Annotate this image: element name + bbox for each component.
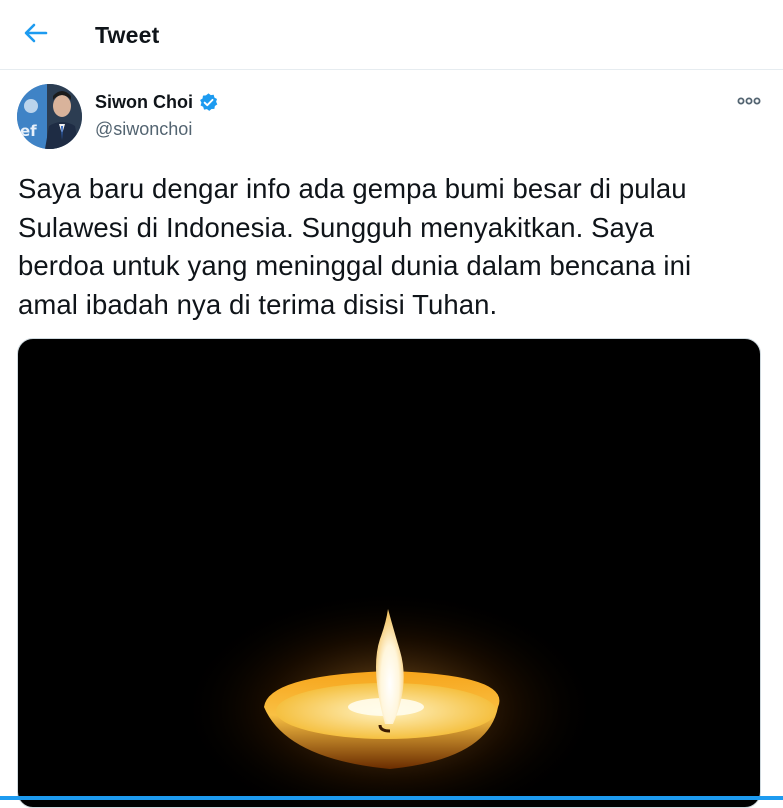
- verified-badge-icon: [198, 92, 219, 113]
- author-name-row[interactable]: Siwon Choi: [95, 92, 219, 113]
- back-button[interactable]: [14, 15, 58, 55]
- tweet-media-image[interactable]: [17, 338, 761, 808]
- top-bar: Tweet: [0, 0, 783, 70]
- more-options-button[interactable]: [732, 88, 766, 114]
- tweet-text-line: Sulawesi di Indonesia. Sungguh menyakitk…: [18, 211, 655, 243]
- arrow-left-icon: [23, 22, 49, 49]
- page-title: Tweet: [95, 22, 160, 48]
- more-horizontal-icon: [737, 92, 761, 110]
- avatar[interactable]: ef: [17, 84, 82, 149]
- tweet-text-line: amal ibadah nya di terima disisi Tuhan.: [18, 288, 498, 320]
- svg-text:ef: ef: [20, 122, 37, 140]
- tweet-text-line: Saya baru dengar info ada gempa bumi bes…: [18, 173, 687, 204]
- author-handle[interactable]: @siwonchoi: [95, 119, 192, 140]
- bottom-accent-strip: [0, 796, 783, 800]
- tweet-text-line: berdoa untuk yang meninggal dunia dalam …: [18, 250, 692, 281]
- author-name[interactable]: Siwon Choi: [95, 92, 193, 113]
- tweet-text: Saya baru dengar info ada gempa bumi bes…: [18, 170, 768, 324]
